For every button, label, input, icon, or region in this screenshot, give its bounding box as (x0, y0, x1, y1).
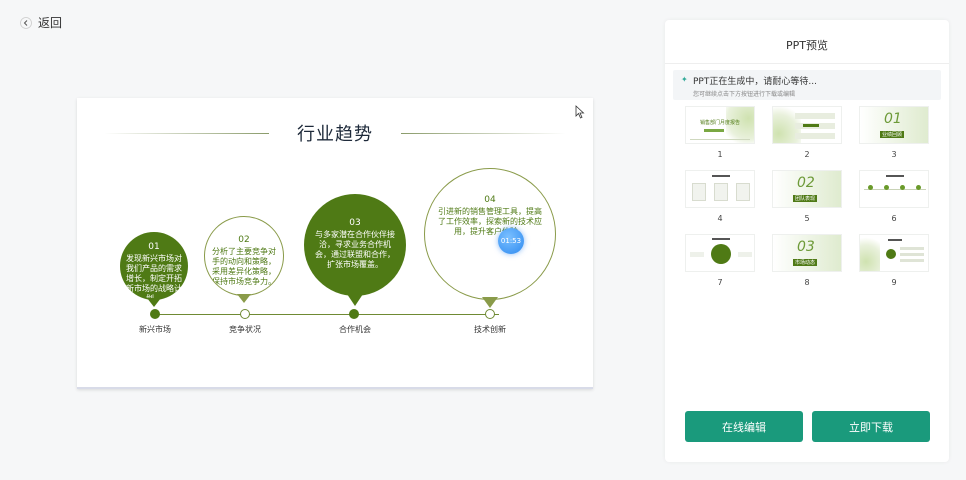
bubble-1-number: 01 (148, 242, 160, 252)
slide-title: 行业趋势 (297, 124, 373, 145)
thumbnail-number: 7 (717, 278, 723, 287)
thumbnail-number: 9 (891, 278, 897, 287)
slide-thumbnail-6[interactable]: 6 (859, 170, 929, 234)
slide-thumbnail-4[interactable]: 4 (685, 170, 755, 234)
timeline-node-4 (485, 309, 495, 319)
bubble-2-number: 02 (238, 235, 250, 245)
chevron-left-icon (20, 16, 32, 29)
thumbnail-image: 03 市场动态 (772, 234, 842, 272)
bubble-item-2: 02 分析了主要竞争对手的动向和策略，采用差异化策略，保持市场竞争力。 (204, 216, 284, 296)
thumbnail-image: 02 团队表现 (772, 170, 842, 208)
back-button[interactable]: 返回 (20, 14, 62, 31)
back-label: 返回 (38, 16, 63, 30)
slide-thumbnail-9[interactable]: 9 (859, 234, 929, 298)
bubble-4-number: 04 (484, 195, 496, 205)
thumbnail-number: 5 (804, 214, 810, 223)
timeline-label-3: 合作机会 (339, 325, 371, 334)
thumbnail-image (859, 234, 929, 272)
status-message: PPT正在生成中，请耐心等待... (693, 77, 817, 87)
thumbnail-image: 销售部门月度报告 (685, 106, 755, 144)
thumbnail-image (772, 106, 842, 144)
ppt-preview-panel: PPT预览 ✦ PPT正在生成中，请耐心等待... 您可继续点击下方按钮进行下载… (665, 20, 949, 462)
bubble-3-text: 与多家潜在合作伙伴接洽，寻求业务合作机会，通过联盟和合作，扩张市场覆盖。 (315, 230, 395, 269)
timeline-label-2: 竞争状况 (229, 325, 261, 334)
thumbnail-number: 6 (891, 214, 897, 223)
timeline-label-1: 新兴市场 (139, 325, 171, 334)
slide-title-row: 行业趋势 (77, 120, 593, 146)
thumbnail-grid: 销售部门月度报告 1 2 01 业绩回顾 3 4 02 团队表现 5 6 7 0… (685, 106, 931, 298)
status-subtext: 您可继续点击下方按钮进行下载或编辑 (693, 91, 796, 98)
thumb-5-number: 02 (797, 175, 815, 191)
slide-thumbnail-2[interactable]: 2 (772, 106, 842, 170)
thumb-8-number: 03 (797, 239, 815, 255)
thumbnail-number: 1 (717, 150, 723, 159)
slide-thumbnail-8[interactable]: 03 市场动态 8 (772, 234, 842, 298)
slide-thumbnail-7[interactable]: 7 (685, 234, 755, 298)
panel-title: PPT预览 (665, 20, 949, 64)
edit-online-button[interactable]: 在线编辑 (685, 411, 803, 442)
bubble-item-1: 01 发现新兴市场对我们产品的需求增长，制定开拓新市场的战略计划。 (120, 232, 188, 300)
recording-timer-badge: 01:53 (498, 228, 524, 254)
bubble-2-text: 分析了主要竞争对手的动向和策略，采用差异化策略，保持市场竞争力。 (212, 247, 276, 286)
bubble-4-tail (482, 297, 498, 308)
thumbnail-number: 4 (717, 214, 723, 223)
mouse-cursor-icon (575, 105, 585, 119)
bubble-item-4: 04 引进新的销售管理工具，提高了工作效率，探索新的技术应用，提升客户体验。 (424, 168, 556, 300)
bubble-4-text: 引进新的销售管理工具，提高了工作效率，探索新的技术应用，提升客户体验。 (438, 207, 542, 236)
thumb-5-chip: 团队表现 (793, 195, 818, 202)
bubble-3-tail (347, 294, 363, 306)
timeline-node-3 (349, 309, 359, 319)
thumbnail-number: 8 (804, 278, 810, 287)
thumbnail-image (685, 234, 755, 272)
bubble-3-number: 03 (349, 218, 361, 228)
bubble-item-3: 03 与多家潜在合作伙伴接洽，寻求业务合作机会，通过联盟和合作，扩张市场覆盖。 (304, 194, 406, 296)
bubble-1-tail (147, 298, 161, 307)
generation-status: ✦ PPT正在生成中，请耐心等待... 您可继续点击下方按钮进行下载或编辑 (673, 70, 941, 100)
thumb-3-number: 01 (884, 111, 902, 127)
thumbnail-number: 2 (804, 150, 810, 159)
sparkle-icon: ✦ (681, 75, 688, 84)
thumb-1-title: 销售部门月度报告 (700, 120, 741, 126)
timeline-node-1 (150, 309, 160, 319)
thumbnail-number: 3 (891, 150, 897, 159)
thumb-3-chip: 业绩回顾 (880, 131, 905, 138)
thumb-8-chip: 市场动态 (793, 259, 818, 266)
timeline-label-4: 技术创新 (474, 325, 506, 334)
timeline-axis (154, 314, 499, 315)
slide-thumbnail-5[interactable]: 02 团队表现 5 (772, 170, 842, 234)
slide-thumbnail-1[interactable]: 销售部门月度报告 1 (685, 106, 755, 170)
thumbnail-image (685, 170, 755, 208)
slide-thumbnail-3[interactable]: 01 业绩回顾 3 (859, 106, 929, 170)
timeline-node-2 (240, 309, 250, 319)
thumbnail-image: 01 业绩回顾 (859, 106, 929, 144)
download-now-button[interactable]: 立即下载 (812, 411, 930, 442)
title-divider-right (401, 132, 566, 134)
bubble-2-tail (237, 294, 251, 303)
title-divider-left (104, 132, 269, 134)
thumbnail-image (859, 170, 929, 208)
